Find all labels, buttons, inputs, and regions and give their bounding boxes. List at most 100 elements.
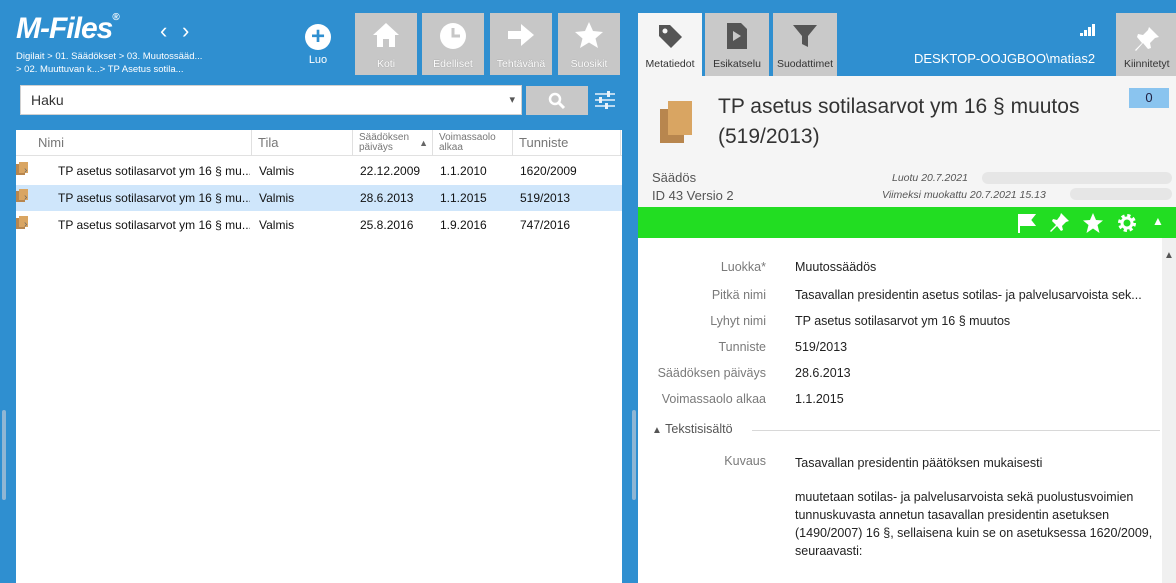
property-value[interactable]: TP asetus sotilasarvot ym 16 § muutos <box>795 314 1155 328</box>
description-value[interactable]: Tasavallan presidentin päätöksen mukaise… <box>795 454 1155 560</box>
property-long-name[interactable]: Pitkä nimi Tasavallan presidentin asetus… <box>638 288 1162 310</box>
table-row-selected[interactable]: › TP asetus sotilasarvot ym 16 § mu... V… <box>16 185 622 211</box>
property-short-name[interactable]: Lyhyt nimi TP asetus sotilasarvot ym 16 … <box>638 314 1162 336</box>
left-resize-handle[interactable] <box>2 410 6 500</box>
description-paragraph-2: muutetaan sotilas- ja palvelusarvoista s… <box>795 490 1153 558</box>
favorites-label: Suosikit <box>570 58 608 70</box>
pin-icon[interactable] <box>1048 212 1070 234</box>
gear-icon[interactable] <box>1116 212 1138 234</box>
top-bar: M-Files® ‹ › Digilait > 01. Säädökset > … <box>0 0 630 78</box>
funnel-icon <box>773 13 837 49</box>
property-label: Voimassaolo alkaa <box>661 392 766 406</box>
description-paragraph-1: Tasavallan presidentin päätöksen mukaise… <box>795 456 1043 470</box>
table-row[interactable]: › TP asetus sotilasarvot ym 16 § mu... V… <box>16 158 622 184</box>
expand-icon[interactable]: › <box>24 212 27 238</box>
column-name[interactable]: Nimi <box>32 130 252 156</box>
back-arrow-icon[interactable]: ‹ <box>160 20 167 42</box>
object-id-version: ID 43 Versio 2 <box>652 188 734 203</box>
sliders-icon <box>595 91 615 109</box>
object-list: Nimi Tila Säädöksen päiväys ▲ Voimassaolo… <box>16 130 622 583</box>
row-id: 1620/2009 <box>520 164 577 178</box>
search-input[interactable] <box>21 86 501 114</box>
assigned-button[interactable]: Tehtävänä <box>490 13 552 75</box>
arrow-right-icon <box>490 13 552 49</box>
redacted-area <box>982 172 1172 184</box>
redacted-area <box>1070 188 1172 200</box>
property-valid-from[interactable]: Voimassaolo alkaa 1.1.2015 <box>638 392 1162 414</box>
property-label: Pitkä nimi <box>711 288 766 302</box>
chevron-down-icon[interactable]: ▾ <box>509 93 515 106</box>
recent-button[interactable]: Edelliset <box>422 13 484 75</box>
object-class: Säädös <box>652 170 697 185</box>
collapse-triangle-icon[interactable]: ▲ <box>652 425 662 436</box>
object-title[interactable]: TP asetus sotilasarvot ym 16 § muutos (5… <box>718 92 1108 152</box>
star-icon[interactable] <box>1082 212 1104 234</box>
create-button[interactable]: + Luo <box>296 24 340 74</box>
home-button[interactable]: Koti <box>355 13 417 75</box>
tab-metadata-label: Metatiedot <box>645 58 695 70</box>
plus-icon: + <box>305 24 331 50</box>
row-name: TP asetus sotilasarvot ym 16 § mu... <box>58 191 250 205</box>
row-date: 22.12.2009 <box>360 164 421 178</box>
m-files-logo[interactable]: M-Files® <box>16 12 120 46</box>
tab-filters-label: Suodattimet <box>776 58 834 70</box>
tab-filters[interactable]: Suodattimet <box>773 13 837 76</box>
list-header: Nimi Tila Säädöksen päiväys ▲ Voimassaolo… <box>16 130 622 156</box>
breadcrumb-line-1[interactable]: Digilait > 01. Säädökset > 03. Muutossää… <box>16 50 202 63</box>
column-state[interactable]: Tila <box>252 130 353 156</box>
tab-preview[interactable]: Esikatselu <box>705 13 769 76</box>
tag-icon <box>638 13 702 49</box>
search-options-button[interactable] <box>594 88 616 112</box>
forward-arrow-icon[interactable]: › <box>182 20 189 42</box>
description-label: Kuvaus <box>724 454 766 468</box>
property-value[interactable]: Muutossäädös <box>795 260 1155 274</box>
workflow-bar: ▲ <box>638 207 1176 238</box>
breadcrumb-line-2[interactable]: > 02. Muuttuvan k...> TP Asetus sotila..… <box>16 63 202 76</box>
column-id[interactable]: Tunniste <box>513 130 621 156</box>
column-valid[interactable]: Voimassaolo alkaa <box>433 130 513 156</box>
search-box[interactable]: ▾ <box>20 85 522 115</box>
row-date: 25.8.2016 <box>360 218 414 232</box>
recent-label: Edelliset <box>433 58 473 70</box>
row-state: Valmis <box>259 191 295 205</box>
expand-icon[interactable]: › <box>24 158 27 184</box>
metadata-scrollbar[interactable]: ▲ <box>1162 238 1176 583</box>
preview-icon <box>705 13 769 49</box>
expand-icon[interactable]: › <box>24 185 27 211</box>
sort-asc-icon: ▲ <box>419 138 428 148</box>
property-value[interactable]: 519/2013 <box>795 340 1155 354</box>
pane-splitter[interactable] <box>630 0 638 583</box>
property-identifier[interactable]: Tunniste 519/2013 <box>638 340 1162 362</box>
right-pane: Metatiedot Esikatselu Suodattimet DESKTO… <box>638 0 1176 583</box>
flag-icon[interactable] <box>1016 212 1038 234</box>
property-date[interactable]: Säädöksen päiväys 28.6.2013 <box>638 366 1162 388</box>
tab-preview-label: Esikatselu <box>713 58 761 70</box>
row-valid: 1.1.2015 <box>440 191 487 205</box>
property-value[interactable]: 28.6.2013 <box>795 366 1155 380</box>
modified-info: Viimeksi muokattu 20.7.2021 15.13 <box>882 189 1046 201</box>
favorites-button[interactable]: Suosikit <box>558 13 620 75</box>
breadcrumb[interactable]: Digilait > 01. Säädökset > 03. Muutossää… <box>16 50 202 76</box>
property-value[interactable]: 1.1.2015 <box>795 392 1155 406</box>
tab-metadata[interactable]: Metatiedot <box>638 13 702 76</box>
search-button[interactable] <box>526 86 588 115</box>
comments-badge[interactable]: 0 <box>1129 88 1169 108</box>
text-content-section[interactable]: ▲ Tekstisisältö <box>652 422 1162 438</box>
signal-icon <box>1080 24 1095 36</box>
table-row[interactable]: › TP asetus sotilasarvot ym 16 § mu... V… <box>16 212 622 238</box>
property-class[interactable]: Luokka* Muutossäädös <box>638 260 1162 282</box>
pinned-label: Kiinnitetyt <box>1124 58 1170 70</box>
scroll-up-icon[interactable]: ▲ <box>1164 250 1174 261</box>
user-account[interactable]: DESKTOP-OOJGBOO\matias2 <box>914 51 1095 66</box>
tab-pinned[interactable]: Kiinnitetyt <box>1116 13 1176 76</box>
splitter-handle[interactable] <box>632 410 636 500</box>
row-id: 519/2013 <box>520 191 571 205</box>
section-divider <box>752 430 1160 431</box>
property-value[interactable]: Tasavallan presidentin asetus sotilas- j… <box>795 288 1155 302</box>
search-icon <box>548 92 566 110</box>
collapse-up-icon[interactable]: ▲ <box>1152 214 1164 228</box>
section-title: Tekstisisältö <box>665 422 733 436</box>
object-header: TP asetus sotilasarvot ym 16 § muutos (5… <box>638 76 1176 206</box>
column-date[interactable]: Säädöksen päiväys ▲ <box>353 130 433 156</box>
row-name: TP asetus sotilasarvot ym 16 § mu... <box>58 218 250 232</box>
